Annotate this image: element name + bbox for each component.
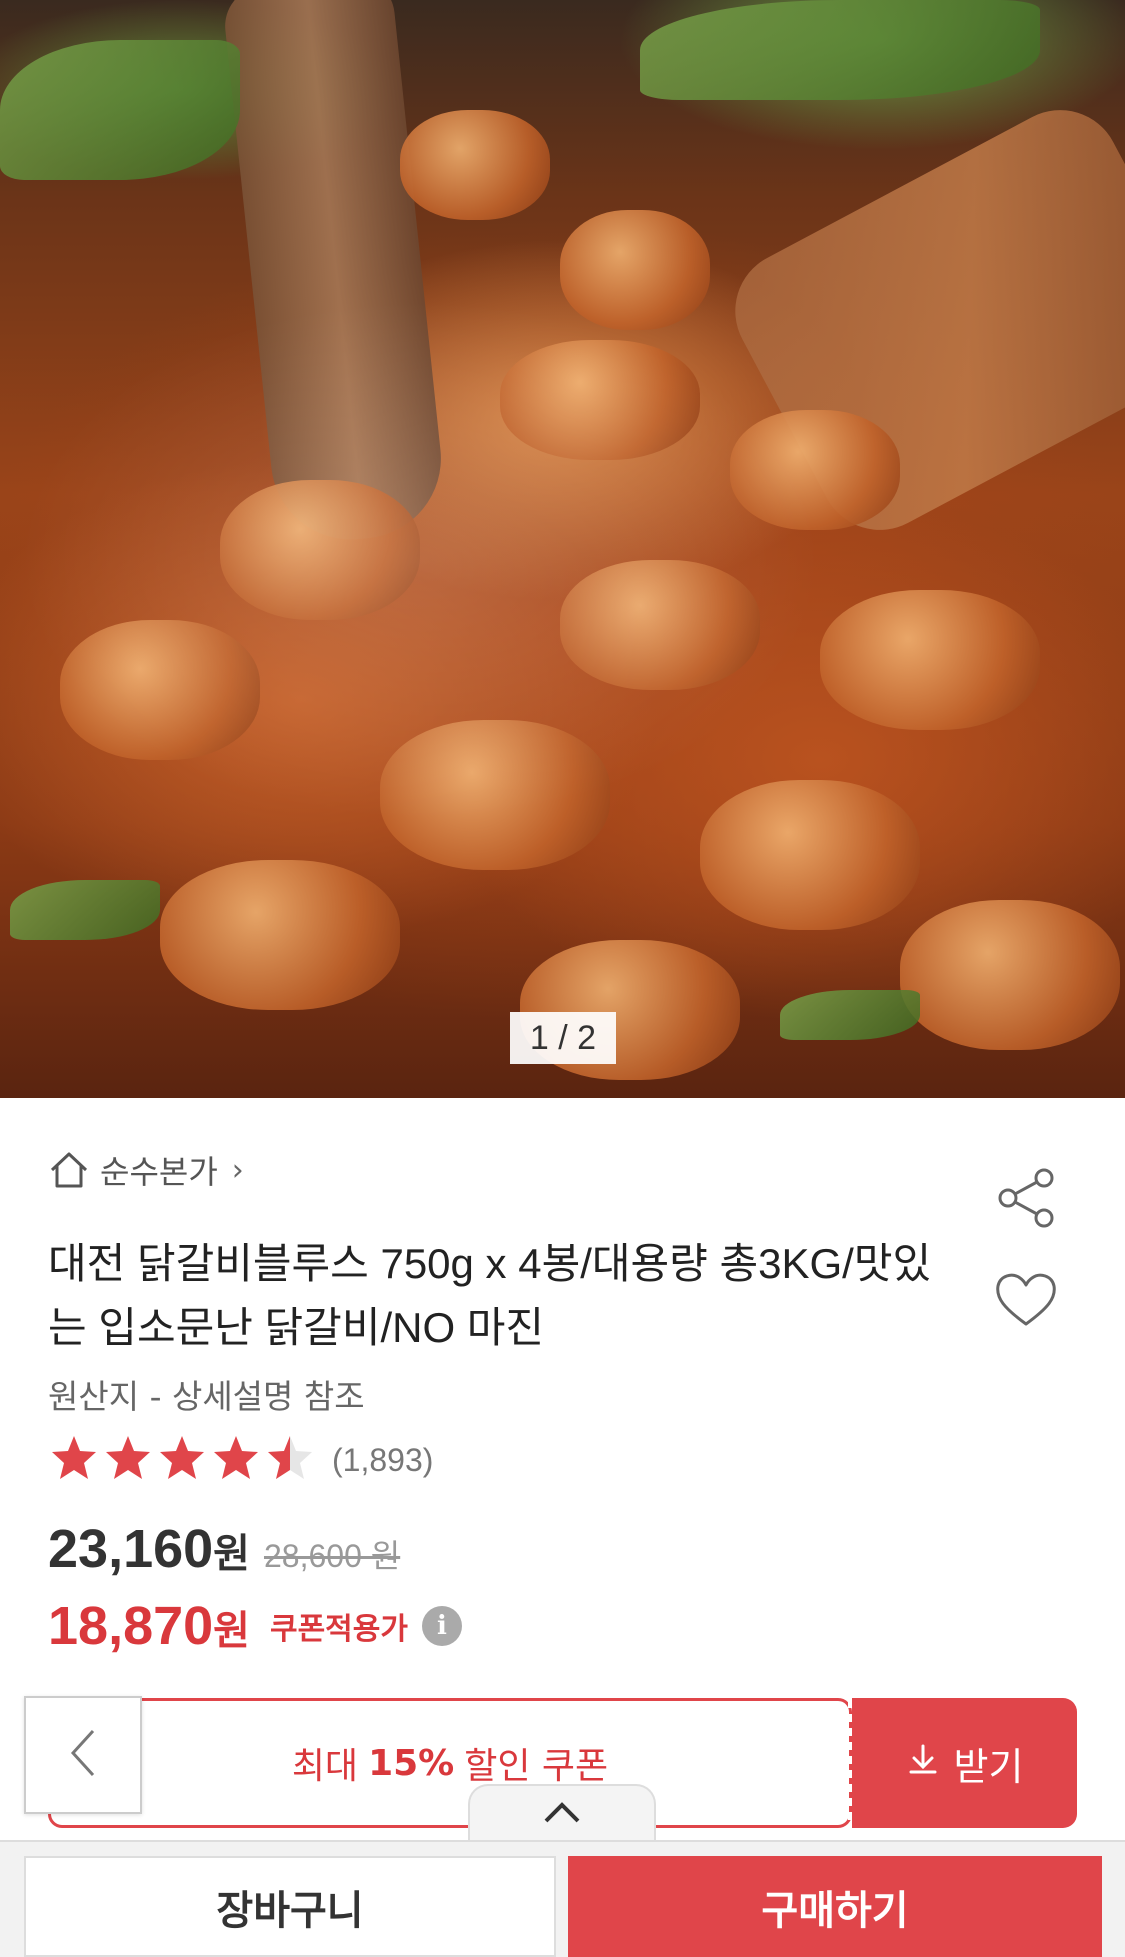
star-icon	[156, 1432, 208, 1488]
coupon-price-unit: 원	[213, 1608, 250, 1654]
coupon-download-button[interactable]: 받기	[852, 1698, 1077, 1828]
back-button[interactable]	[24, 1696, 142, 1814]
image-steam	[0, 0, 1125, 1098]
drawer-toggle[interactable]	[468, 1784, 656, 1842]
coupon-price-row: 18,870원 쿠폰적용가 i	[48, 1590, 462, 1662]
star-icon	[48, 1432, 100, 1488]
rating[interactable]: (1,893)	[48, 1432, 433, 1488]
chevron-left-icon	[63, 1723, 103, 1787]
coupon-banner[interactable]: 최대 15% 할인 쿠폰	[48, 1698, 852, 1828]
heart-icon[interactable]	[994, 1270, 1058, 1328]
product-image[interactable]: 1 / 2	[0, 0, 1125, 1098]
share-icon[interactable]	[994, 1168, 1058, 1228]
sale-price: 23,160원	[48, 1518, 250, 1580]
store-name: 순수본가	[100, 1153, 218, 1191]
sale-price-value: 23,160	[48, 1519, 214, 1579]
original-price: 28,600 원	[263, 1538, 401, 1574]
coupon-percent: 15%	[368, 1742, 455, 1784]
info-icon[interactable]: i	[421, 1606, 462, 1646]
coupon-price-value: 18,870	[48, 1596, 214, 1656]
image-counter: 1 / 2	[510, 1012, 616, 1064]
download-icon	[906, 1741, 940, 1785]
review-count: (1,893)	[332, 1441, 434, 1478]
star-icon	[210, 1432, 262, 1488]
product-title: 대전 닭갈비블루스 750g x 4봉/대용량 총3KG/맛있는 입소문난 닭갈…	[48, 1240, 932, 1351]
chevron-right-icon: ›	[231, 1152, 244, 1188]
coupon-price-label: 쿠폰적용가	[269, 1612, 408, 1647]
chevron-up-icon	[540, 1799, 584, 1829]
add-to-cart-button[interactable]: 장바구니	[24, 1856, 556, 1957]
product-origin: 원산지 - 상세설명 참조	[48, 1377, 365, 1416]
coupon-price: 18,870원	[48, 1595, 250, 1657]
sale-price-unit: 원	[213, 1531, 250, 1577]
star-icon	[102, 1432, 154, 1488]
coupon-prefix: 최대	[291, 1746, 359, 1787]
half-star-icon	[264, 1432, 316, 1488]
buy-now-button[interactable]: 구매하기	[568, 1856, 1102, 1957]
coupon-download-label: 받기	[953, 1744, 1024, 1789]
home-icon	[48, 1150, 90, 1190]
store-link[interactable]: 순수본가 ›	[48, 1148, 244, 1192]
coupon-suffix: 할인 쿠폰	[464, 1746, 609, 1787]
price-row: 23,160원 28,600 원	[48, 1518, 400, 1588]
